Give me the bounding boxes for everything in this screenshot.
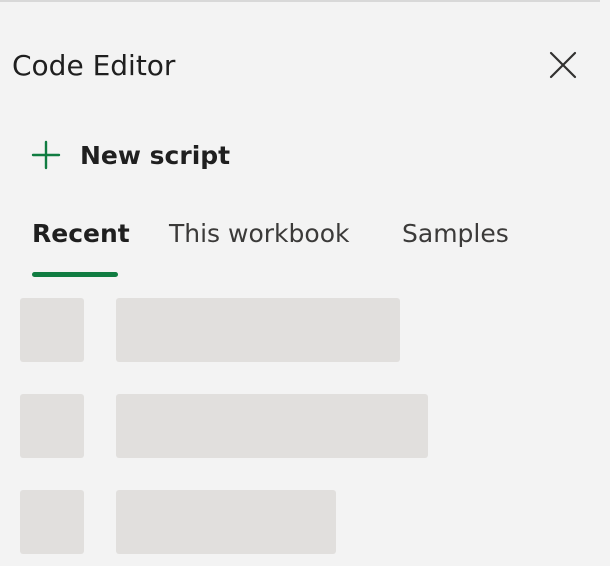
skeleton-text-placeholder — [116, 490, 336, 554]
pane-title: Code Editor — [12, 49, 176, 82]
tab-recent-label: Recent — [32, 219, 130, 248]
new-script-button[interactable]: New script — [28, 134, 230, 176]
skeleton-icon-placeholder — [20, 490, 84, 554]
tab-recent[interactable]: Recent — [32, 212, 130, 278]
tab-this-workbook-label: This workbook — [169, 219, 350, 248]
tab-this-workbook[interactable]: This workbook — [169, 212, 349, 278]
close-icon — [548, 50, 578, 84]
plus-icon — [28, 137, 64, 173]
close-button[interactable] — [543, 47, 583, 87]
tab-samples-label: Samples — [402, 219, 509, 248]
skeleton-icon-placeholder — [20, 394, 84, 458]
new-script-label: New script — [80, 140, 231, 170]
skeleton-text-placeholder — [116, 394, 428, 458]
tab-samples[interactable]: Samples — [402, 212, 509, 278]
code-editor-pane: Code Editor New script Recent This workb… — [0, 0, 610, 566]
skeleton-icon-placeholder — [20, 298, 84, 362]
active-tab-indicator — [32, 272, 118, 277]
skeleton-text-placeholder — [116, 298, 400, 362]
